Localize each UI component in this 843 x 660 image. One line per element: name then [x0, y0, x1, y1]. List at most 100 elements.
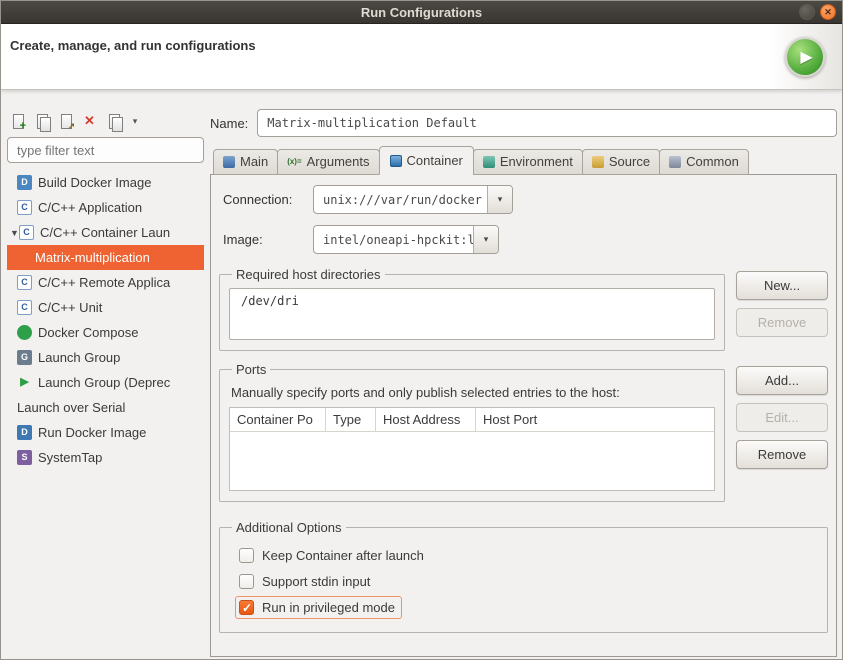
- c-application-icon: C: [17, 200, 32, 215]
- new-configuration-icon[interactable]: [9, 112, 27, 130]
- image-combo[interactable]: intel/oneapi-hpckit:l ▾: [313, 225, 499, 254]
- main-tab-icon: [223, 156, 235, 168]
- image-label: Image:: [223, 232, 313, 247]
- tree-item-build-docker-image[interactable]: D Build Docker Image: [7, 170, 204, 195]
- header-banner: ▶: [768, 24, 842, 89]
- edit-port-button: Edit...: [736, 403, 828, 432]
- column-container-port[interactable]: Container Po: [230, 408, 326, 431]
- systemtap-icon: S: [17, 450, 32, 465]
- configurations-tree: D Build Docker Image C C/C++ Application…: [7, 170, 204, 470]
- view-menu-icon[interactable]: ▾: [129, 112, 141, 130]
- tab-source[interactable]: Source: [582, 149, 660, 175]
- column-type[interactable]: Type: [326, 408, 376, 431]
- source-tab-icon: [592, 156, 604, 168]
- configuration-editor: Name: Main (x)= Arguments Container Envi…: [210, 109, 837, 657]
- stdin-support-label: Support stdin input: [262, 574, 370, 589]
- host-directory-item[interactable]: /dev/dri: [241, 294, 703, 308]
- host-directories-list[interactable]: /dev/dri: [229, 288, 715, 340]
- tree-item-label: Matrix-multiplication: [35, 250, 150, 265]
- keep-container-checkbox-row[interactable]: Keep Container after launch: [235, 544, 431, 567]
- connection-combo[interactable]: unix:///var/run/docker ▾: [313, 185, 513, 214]
- ports-table-body[interactable]: [230, 432, 714, 490]
- tree-item-cpp-unit[interactable]: C C/C++ Unit: [7, 295, 204, 320]
- tree-item-launch-over-serial[interactable]: Launch over Serial: [7, 395, 204, 420]
- tree-item-docker-compose[interactable]: Docker Compose: [7, 320, 204, 345]
- keep-container-label: Keep Container after launch: [262, 548, 424, 563]
- column-host-address[interactable]: Host Address: [376, 408, 476, 431]
- c-unit-icon: C: [17, 300, 32, 315]
- arguments-tab-icon: (x)=: [287, 156, 301, 168]
- stdin-support-checkbox[interactable]: [239, 574, 254, 589]
- stdin-support-checkbox-row[interactable]: Support stdin input: [235, 570, 377, 593]
- remove-port-button[interactable]: Remove: [736, 440, 828, 469]
- window-title: Run Configurations: [361, 5, 482, 20]
- image-row: Image: intel/oneapi-hpckit:l ▾: [219, 225, 828, 254]
- tab-main[interactable]: Main: [213, 149, 278, 175]
- privileged-mode-checkbox[interactable]: [239, 600, 254, 615]
- tab-common[interactable]: Common: [659, 149, 749, 175]
- close-icon[interactable]: ✕: [820, 4, 836, 20]
- additional-options-group: Additional Options Keep Container after …: [219, 520, 828, 633]
- ports-table[interactable]: Container Po Type Host Address Host Port: [229, 407, 715, 491]
- additional-options-section: Additional Options Keep Container after …: [219, 520, 828, 633]
- new-directory-button[interactable]: New...: [736, 271, 828, 300]
- tree-item-launch-group-deprecated[interactable]: ▶ Launch Group (Deprec: [7, 370, 204, 395]
- additional-options-legend: Additional Options: [232, 520, 346, 535]
- tree-item-systemtap[interactable]: S SystemTap: [7, 445, 204, 470]
- container-tab-icon: [390, 155, 402, 167]
- sidebar: ▾ D Build Docker Image C C/C++ Applicati…: [7, 109, 204, 655]
- play-glyph-icon: ▶: [797, 47, 812, 67]
- maximize-icon[interactable]: [799, 4, 815, 20]
- privileged-mode-checkbox-row[interactable]: Run in privileged mode: [235, 596, 402, 619]
- name-input[interactable]: [257, 109, 837, 137]
- tab-label: Source: [609, 154, 650, 169]
- ports-section: Ports Manually specify ports and only pu…: [219, 362, 828, 502]
- docker-compose-icon: [17, 325, 32, 340]
- delete-configuration-icon[interactable]: [81, 112, 99, 130]
- image-value: intel/oneapi-hpckit:l: [314, 226, 473, 253]
- keep-container-checkbox[interactable]: [239, 548, 254, 563]
- tab-environment[interactable]: Environment: [473, 149, 583, 175]
- collapse-all-icon[interactable]: [105, 112, 123, 130]
- tab-bar: Main (x)= Arguments Container Environmen…: [210, 146, 837, 175]
- connection-value: unix:///var/run/docker: [314, 186, 487, 213]
- environment-tab-icon: [483, 156, 495, 168]
- tree-item-label: Build Docker Image: [38, 175, 151, 190]
- tree-item-label: C/C++ Unit: [38, 300, 102, 315]
- required-host-directories-group: Required host directories /dev/dri: [219, 267, 725, 351]
- tree-item-label: Launch over Serial: [17, 400, 125, 415]
- remove-directory-button: Remove: [736, 308, 828, 337]
- c-remote-application-icon: C: [17, 275, 32, 290]
- tab-label: Arguments: [307, 154, 370, 169]
- export-configuration-icon[interactable]: [57, 112, 75, 130]
- tab-arguments[interactable]: (x)= Arguments: [277, 149, 379, 175]
- tree-item-label: Run Docker Image: [38, 425, 146, 440]
- tree-item-run-docker-image[interactable]: D Run Docker Image: [7, 420, 204, 445]
- connection-row: Connection: unix:///var/run/docker ▾: [219, 185, 828, 214]
- tree-item-launch-group[interactable]: G Launch Group: [7, 345, 204, 370]
- tree-item-cpp-application[interactable]: C C/C++ Application: [7, 195, 204, 220]
- tree-item-matrix-multiplication[interactable]: Matrix-multiplication: [7, 245, 204, 270]
- c-container-launcher-icon: C: [19, 225, 34, 240]
- tree-item-cpp-container-launcher[interactable]: ▼ C C/C++ Container Laun: [7, 220, 204, 245]
- image-dropdown-icon[interactable]: ▾: [473, 226, 498, 253]
- filter-input[interactable]: [7, 137, 204, 163]
- tab-label: Common: [686, 154, 739, 169]
- titlebar-buttons: ✕: [799, 4, 836, 20]
- tree-item-cpp-remote-application[interactable]: C C/C++ Remote Applica: [7, 270, 204, 295]
- tab-label: Container: [407, 153, 463, 168]
- duplicate-configuration-icon[interactable]: [33, 112, 51, 130]
- connection-dropdown-icon[interactable]: ▾: [487, 186, 512, 213]
- tree-item-label: C/C++ Container Laun: [40, 225, 170, 240]
- run-docker-image-icon: D: [17, 425, 32, 440]
- expander-icon[interactable]: ▼: [7, 228, 19, 238]
- name-label: Name:: [210, 116, 248, 131]
- dialog-header: Create, manage, and run configurations ▶: [1, 24, 842, 90]
- titlebar[interactable]: Run Configurations ✕: [1, 1, 842, 24]
- add-port-button[interactable]: Add...: [736, 366, 828, 395]
- column-host-port[interactable]: Host Port: [476, 408, 714, 431]
- launch-group-deprecated-icon: ▶: [17, 375, 32, 390]
- privileged-mode-label: Run in privileged mode: [262, 600, 395, 615]
- tab-container[interactable]: Container: [379, 146, 474, 175]
- sidebar-toolbar: ▾: [7, 109, 204, 133]
